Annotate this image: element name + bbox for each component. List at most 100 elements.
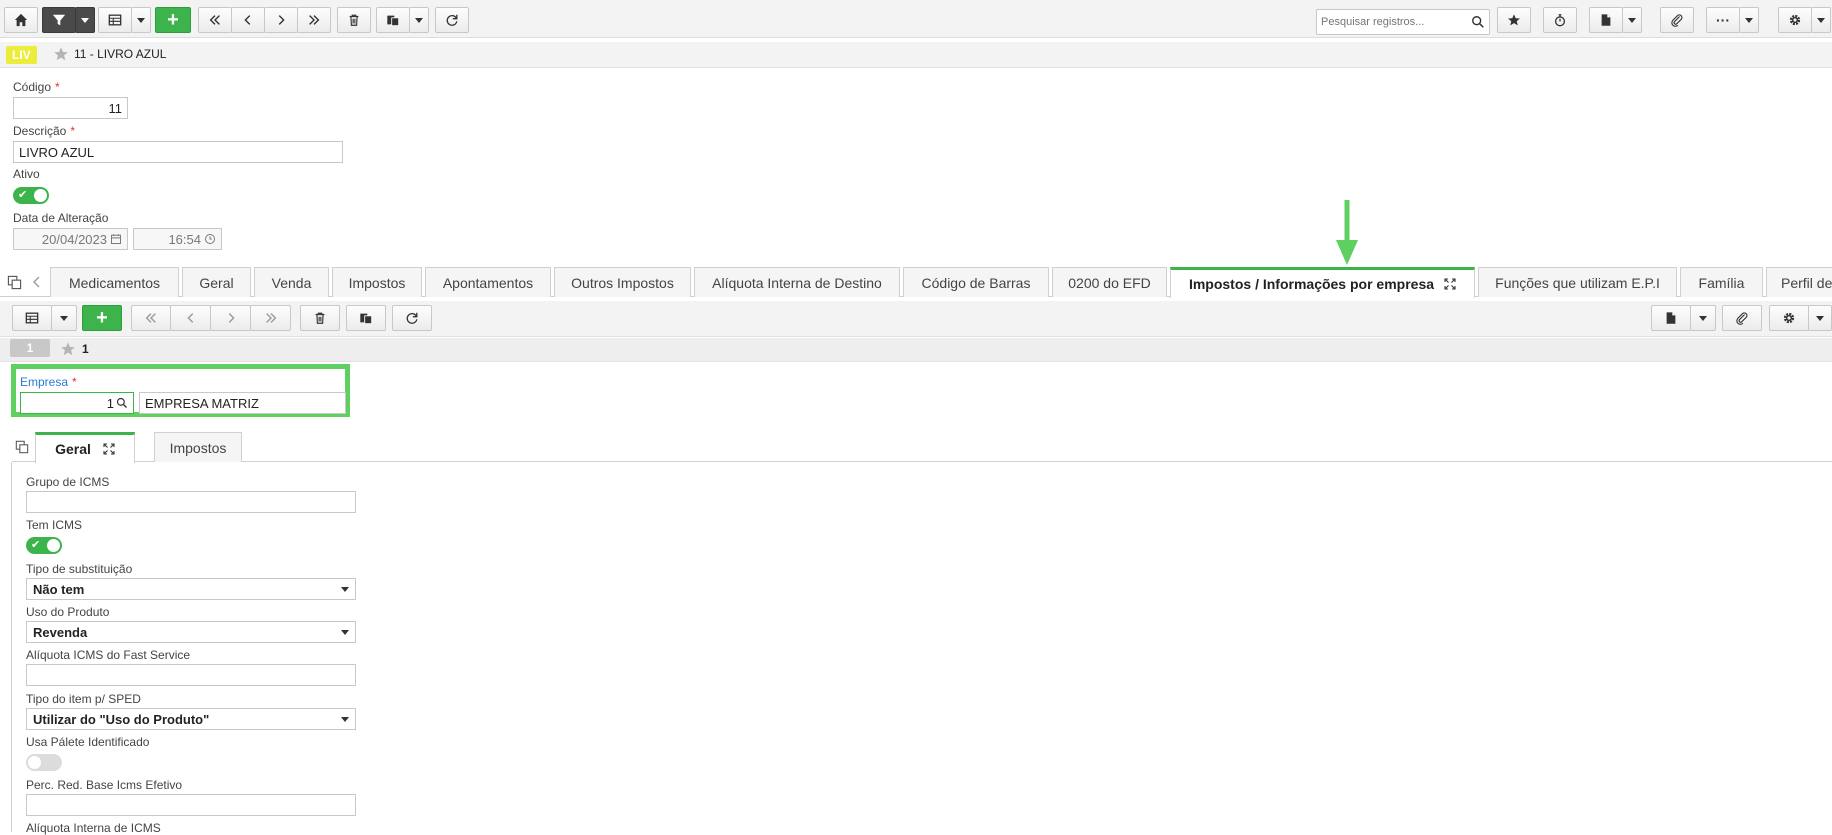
search-icon[interactable] (116, 397, 128, 409)
grupo-icms-field[interactable] (26, 491, 356, 513)
data-alteracao-time-field: 16:54 (133, 228, 222, 250)
ativo-toggle[interactable]: ✔ (13, 187, 49, 204)
tab-familia[interactable]: Família (1680, 267, 1763, 297)
aliquota-fast-field[interactable] (26, 664, 356, 686)
tab-medicamentos[interactable]: Medicamentos (50, 267, 179, 297)
filter-dropdown-button[interactable] (75, 7, 95, 33)
sub-last-record-button[interactable] (250, 305, 291, 331)
codigo-field[interactable]: 11 (13, 97, 128, 119)
main-tabs: Medicamentos Geral Venda Impostos Aponta… (0, 267, 1832, 298)
perc-red-base-field[interactable] (26, 794, 356, 816)
tem-icms-label: Tem ICMS (26, 518, 83, 532)
descricao-label: Descrição * (13, 124, 76, 138)
settings-button[interactable] (1778, 7, 1812, 33)
star-icon[interactable] (60, 341, 76, 357)
chevron-down-icon (1699, 315, 1707, 321)
expand-icon[interactable] (1444, 278, 1456, 290)
chevron-left-icon[interactable] (32, 276, 42, 288)
usa-palete-toggle[interactable] (26, 754, 62, 771)
sub-toolbar: + (0, 301, 1832, 337)
tab-0200-efd[interactable]: 0200 do EFD (1052, 267, 1167, 297)
uso-produto-select[interactable]: Revenda (26, 621, 356, 643)
sub-settings-button[interactable] (1769, 305, 1809, 331)
copy-icon (360, 313, 373, 325)
home-icon (14, 13, 28, 27)
first-record-button[interactable] (198, 7, 232, 33)
paperclip-icon (1736, 312, 1748, 325)
ellipsis-icon: ··· (1716, 12, 1730, 28)
sub-refresh-button[interactable] (392, 305, 432, 331)
data-alteracao-date-field: 20/04/2023 (13, 228, 128, 250)
refresh-button[interactable] (435, 7, 469, 33)
settings-dropdown-button[interactable] (1811, 7, 1831, 33)
star-icon[interactable] (53, 46, 69, 62)
empresa-code-field[interactable]: 1 (20, 392, 134, 414)
annotation-arrow-icon (1336, 200, 1358, 265)
home-button[interactable] (4, 7, 38, 33)
grid-view-button[interactable] (98, 7, 132, 33)
gear-icon (1783, 312, 1795, 324)
expand-icon[interactable] (103, 443, 115, 455)
favorite-button[interactable] (1497, 7, 1531, 33)
sub-next-record-button[interactable] (210, 305, 251, 331)
tab-aliquota-interna-destino[interactable]: Alíquota Interna de Destino (694, 267, 900, 297)
sub-settings-dropdown-button[interactable] (1808, 305, 1832, 331)
attachment-button[interactable] (1660, 7, 1694, 33)
last-record-button[interactable] (297, 7, 331, 33)
sub-report-button[interactable] (1651, 305, 1691, 331)
record-title: 11 - LIVRO AZUL (74, 47, 167, 61)
tem-icms-toggle[interactable]: ✔ (26, 537, 62, 554)
tab-impostos[interactable]: Impostos (332, 267, 422, 297)
report-dropdown-button[interactable] (1622, 7, 1642, 33)
sub-delete-button[interactable] (300, 305, 340, 331)
check-icon: ✔ (18, 189, 28, 201)
next-record-button[interactable] (264, 7, 298, 33)
sub-grid-view-button[interactable] (12, 305, 52, 331)
timer-button[interactable] (1543, 7, 1577, 33)
sub-attachment-button[interactable] (1722, 305, 1762, 331)
tab-venda[interactable]: Venda (254, 267, 329, 297)
innertab-impostos[interactable]: Impostos (154, 432, 242, 462)
empresa-name-field: EMPRESA MATRIZ (139, 392, 346, 414)
sub-first-record-button[interactable] (131, 305, 171, 331)
tipo-item-sped-select[interactable]: Utilizar do "Uso do Produto" (26, 708, 356, 730)
duplicate-icon[interactable] (15, 440, 29, 454)
report-button[interactable] (1589, 7, 1623, 33)
tab-geral[interactable]: Geral (182, 267, 251, 297)
sub-previous-record-button[interactable] (170, 305, 211, 331)
tab-apontamentos[interactable]: Apontamentos (425, 267, 551, 297)
descricao-field[interactable]: LIVRO AZUL (13, 141, 343, 163)
tipo-substituicao-select[interactable]: Não tem (26, 578, 356, 600)
chevron-down-icon (1816, 315, 1824, 321)
calendar-icon (111, 234, 121, 244)
data-alteracao-label: Data de Alteração (13, 211, 109, 225)
sub-copy-button[interactable] (346, 305, 386, 331)
tab-funcoes-epi[interactable]: Funções que utilizam E.P.I (1478, 267, 1677, 297)
chevron-down-icon (415, 17, 423, 23)
copy-button[interactable] (376, 7, 410, 33)
sub-report-dropdown-button[interactable] (1690, 305, 1716, 331)
sub-add-button[interactable]: + (82, 305, 122, 331)
tab-outros-impostos[interactable]: Outros Impostos (554, 267, 691, 297)
duplicate-icon[interactable] (7, 275, 22, 290)
search-icon[interactable] (1471, 15, 1485, 29)
previous-record-button[interactable] (231, 7, 265, 33)
search-input[interactable] (1317, 10, 1467, 34)
copy-dropdown-button[interactable] (409, 7, 429, 33)
sub-grid-view-dropdown-button[interactable] (51, 305, 77, 331)
add-button[interactable]: + (155, 7, 191, 33)
more-options-dropdown-button[interactable] (1739, 7, 1759, 33)
clock-icon (205, 234, 215, 244)
tab-codigo-barras[interactable]: Código de Barras (903, 267, 1049, 297)
tab-impostos-informacoes-empresa[interactable]: Impostos / Informações por empresa (1170, 267, 1475, 298)
chevron-right-icon (228, 313, 235, 323)
filter-button[interactable] (42, 7, 76, 33)
more-options-button[interactable]: ··· (1706, 7, 1740, 33)
ativo-label: Ativo (13, 167, 40, 181)
tab-perfil[interactable]: Perfil de (1766, 267, 1832, 297)
delete-button[interactable] (337, 7, 371, 33)
sub-record-title: 1 (82, 342, 89, 356)
innertab-geral[interactable]: Geral (35, 432, 135, 463)
filter-icon (52, 14, 66, 26)
grid-view-dropdown-button[interactable] (131, 7, 151, 33)
